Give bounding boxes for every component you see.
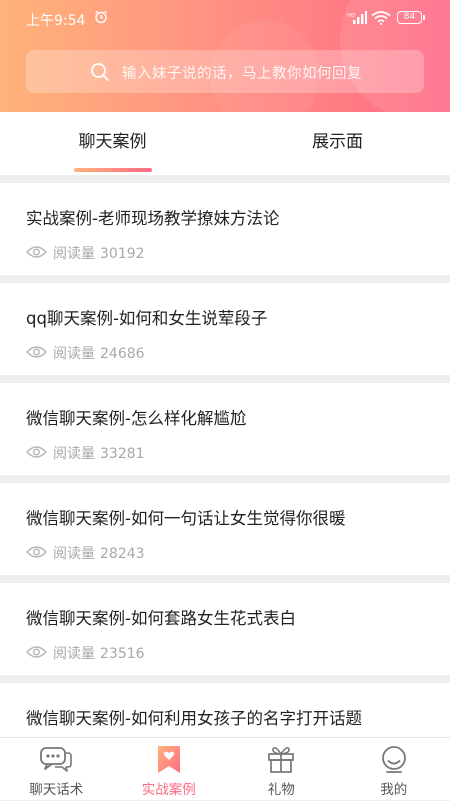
bottom-nav: 聊天话术 实战案例 礼物 我的	[0, 737, 450, 800]
alarm-clock-icon	[94, 10, 108, 24]
list-item[interactable]: 微信聊天案例-怎么样化解尴尬 阅读量 33281	[0, 383, 450, 475]
eye-icon	[26, 645, 47, 659]
read-count: 阅读量 30192	[53, 243, 145, 263]
article-title: 微信聊天案例-如何套路女生花式表白	[26, 605, 296, 629]
tab-chat-cases[interactable]: 聊天案例	[0, 112, 225, 175]
tab-label: 展示面	[312, 132, 363, 152]
tab-label: 聊天案例	[79, 132, 147, 152]
read-count-value: 30192	[100, 246, 145, 262]
read-count-value: 23516	[100, 646, 145, 662]
article-title: 实战案例-老师现场教学撩妹方法论	[26, 205, 279, 229]
list-item[interactable]: 微信聊天案例-如何套路女生花式表白 阅读量 23516	[0, 583, 450, 675]
chat-bubbles-icon	[39, 744, 73, 774]
cellular-signal-icon: HD	[347, 11, 367, 24]
list-item[interactable]: 微信聊天案例-如何一句话让女生觉得你很暖 阅读量 28243	[0, 483, 450, 575]
read-count: 阅读量 33281	[53, 443, 145, 463]
article-title: 微信聊天案例-如何利用女孩子的名字打开话题	[26, 705, 362, 729]
nav-item-practice-cases[interactable]: 实战案例	[113, 738, 226, 801]
nav-label: 我的	[338, 778, 450, 798]
read-count-value: 28243	[100, 546, 145, 562]
read-count-value: 24686	[100, 346, 145, 362]
read-count-label: 阅读量	[53, 446, 95, 462]
search-placeholder: 输入妹子说的话，马上教你如何回复	[122, 62, 362, 83]
gift-icon	[264, 744, 298, 774]
read-count: 阅读量 28243	[53, 543, 145, 563]
nav-label: 聊天话术	[0, 778, 113, 798]
nav-item-mine[interactable]: 我的	[338, 738, 450, 801]
network-label: HD	[347, 13, 355, 19]
search-input[interactable]: 输入妹子说的话，马上教你如何回复	[26, 50, 424, 93]
nav-item-chat-scripts[interactable]: 聊天话术	[0, 738, 113, 801]
bookmark-heart-icon	[152, 744, 186, 774]
article-title: qq聊天案例-如何和女生说荤段子	[26, 305, 267, 329]
read-count: 阅读量 23516	[53, 643, 145, 663]
profile-face-icon	[377, 744, 411, 774]
read-count-label: 阅读量	[53, 646, 95, 662]
header: 上午9:54 HD 84 输入妹子说的话，马上教你如何回复	[0, 0, 450, 112]
status-time: 上午9:54	[26, 10, 85, 30]
battery-indicator: 84	[397, 11, 422, 24]
eye-icon	[26, 245, 47, 259]
list-item[interactable]: 实战案例-老师现场教学撩妹方法论 阅读量 30192	[0, 183, 450, 275]
active-tab-indicator	[74, 168, 152, 172]
search-icon	[90, 62, 110, 82]
tab-bar: 聊天案例 展示面	[0, 112, 450, 175]
eye-icon	[26, 545, 47, 559]
eye-icon	[26, 445, 47, 459]
tab-showcase[interactable]: 展示面	[225, 112, 450, 175]
read-count: 阅读量 24686	[53, 343, 145, 363]
read-count-value: 33281	[100, 446, 145, 462]
nav-label: 礼物	[225, 778, 338, 798]
read-count-label: 阅读量	[53, 246, 95, 262]
read-count-label: 阅读量	[53, 546, 95, 562]
nav-item-gifts[interactable]: 礼物	[225, 738, 338, 801]
eye-icon	[26, 345, 47, 359]
read-count-label: 阅读量	[53, 346, 95, 362]
status-bar: 上午9:54 HD 84	[0, 0, 450, 38]
nav-label: 实战案例	[113, 778, 226, 798]
list-item[interactable]: qq聊天案例-如何和女生说荤段子 阅读量 24686	[0, 283, 450, 375]
article-title: 微信聊天案例-如何一句话让女生觉得你很暖	[26, 505, 345, 529]
wifi-icon	[371, 11, 391, 25]
article-title: 微信聊天案例-怎么样化解尴尬	[26, 405, 246, 429]
